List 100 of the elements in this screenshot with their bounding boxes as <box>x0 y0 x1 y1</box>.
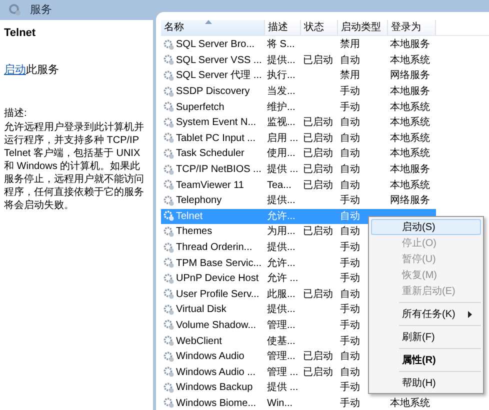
table-cell-text: SSDP Discovery <box>176 85 250 100</box>
table-cell-text: 本地系统 <box>390 54 430 68</box>
gears-icon <box>163 226 175 238</box>
table-row[interactable]: SSDP Discovery 当发... 手动 本地服务 <box>161 84 436 100</box>
table-cell-text: 禁用 <box>340 38 360 52</box>
table-cell-text: 手动 <box>340 380 360 396</box>
table-cell-text: Thread Orderin... <box>176 241 252 256</box>
table-row[interactable]: TeamViewer 11 Tea... 已启动 自动 本地系统 <box>161 177 436 193</box>
table-cell-text: 管理 ... <box>267 366 298 380</box>
table-row[interactable]: SQL Server 代理 ... 执行... 禁用 网络服务 <box>161 68 436 84</box>
column-header[interactable]: 名称 <box>161 20 265 35</box>
table-cell-text: 自动 <box>340 288 360 302</box>
table-cell-text: User Profile Serv... <box>176 288 260 302</box>
table-cell-text: 本地服务 <box>390 84 430 100</box>
table-cell-text: 提供... <box>267 303 296 318</box>
table-cell-text: Volume Shadow... <box>176 318 256 333</box>
table-cell-text: Windows Biome... <box>176 396 256 410</box>
table-cell-text: Telephony <box>176 194 222 208</box>
gears-icon <box>163 242 175 254</box>
gears-icon <box>163 54 175 66</box>
table-cell-text: TPM Base Servic... <box>176 256 262 271</box>
table-cell-text: 允许... <box>267 256 296 271</box>
table-cell-text: Windows Audio <box>176 350 244 364</box>
table-cell-text: 提供... <box>267 54 296 68</box>
gears-icon <box>163 101 175 114</box>
column-header[interactable]: 登录为 <box>388 20 436 35</box>
column-header[interactable]: 启动类型 <box>338 20 388 35</box>
table-cell-text: 启用 ... <box>267 132 298 146</box>
gears-icon <box>163 164 175 176</box>
menu-item[interactable]: 刷新(F) <box>371 329 481 345</box>
table-cell-text: 为用... <box>267 224 296 240</box>
table-cell-text: SQL Server 代理 ... <box>176 69 262 84</box>
table-cell-text: 自动 <box>340 366 360 380</box>
window-title: 服务 <box>30 2 52 18</box>
menu-item[interactable]: 所有任务(K) <box>371 306 481 322</box>
table-cell-text: SQL Server Bro... <box>176 38 255 52</box>
menu-item[interactable]: 属性(R) <box>371 352 481 368</box>
service-description: 允许远程用户登录到此计算机并运行程序，并支持多种 TCP/IP Telnet 客户端，包括基于 UNIX 和 Windows 的计算机。如果此服务停止，远程用户就不能访问程序，任何直接依赖于它的服务将会启动失败。 <box>4 121 145 212</box>
table-cell-text: SQL Server VSS ... <box>176 54 262 68</box>
table-cell-text: Tablet PC Input ... <box>176 132 256 146</box>
table-row[interactable]: System Event N... 监视... 已启动 自动 本地系统 <box>161 114 436 131</box>
service-name: Telnet <box>4 26 37 41</box>
description-label: 描述: <box>4 106 28 121</box>
menu-item[interactable]: 启动(S) <box>371 219 481 235</box>
table-cell-text: 管理... <box>267 350 296 364</box>
table-cell-text: 自动 <box>340 54 360 68</box>
gears-icon <box>163 350 175 363</box>
table-cell-text: Telnet <box>176 210 203 224</box>
table-cell-text: 当发... <box>267 84 296 100</box>
table-cell-text: Tea... <box>267 178 292 193</box>
table-row[interactable]: SQL Server VSS ... 提供... 已启动 自动 本地系统 <box>161 52 436 68</box>
start-link[interactable]: 启动 <box>4 62 26 78</box>
table-row[interactable]: Telephony 提供... 手动 网络服务 <box>161 192 436 209</box>
column-header[interactable]: 状态 <box>301 20 338 35</box>
table-cell-text: 自动 <box>340 210 360 224</box>
table-row[interactable]: Windows Biome... Win... 手动 本地系统 <box>161 396 436 410</box>
table-cell-text: System Event N... <box>176 116 256 130</box>
table-row[interactable]: SQL Server Bro... 将 S... 禁用 本地服务 <box>161 37 436 53</box>
table-cell-text: 自动 <box>340 132 360 146</box>
table-cell-text: 已启动 <box>303 178 333 193</box>
table-cell-text: 管理... <box>267 318 296 333</box>
table-cell-text: 自动 <box>340 225 360 240</box>
table-cell-text: 手动 <box>340 100 360 115</box>
table-row[interactable]: Tablet PC Input ... 启用 ... 已启动 自动 本地系统 <box>161 130 436 146</box>
table-cell-text: 手动 <box>340 272 360 286</box>
column-header[interactable]: 描述 <box>265 20 301 35</box>
table-cell-text: 手动 <box>340 396 360 410</box>
table-cell-text: Task Scheduler <box>176 147 244 162</box>
table-cell-text: 手动 <box>340 334 360 349</box>
gears-icon <box>163 210 175 222</box>
table-cell-text: 本地服务 <box>390 38 430 52</box>
table-cell-text: 执行... <box>267 68 296 84</box>
table-cell-text: 手动 <box>340 194 360 208</box>
table-cell-text: 已启动 <box>303 146 333 162</box>
menu-item: 重新启动(E) <box>401 284 456 298</box>
submenu-arrow-icon <box>468 311 472 318</box>
table-cell-text: 已启动 <box>303 132 333 146</box>
table-row[interactable]: TCP/IP NetBIOS ... 提供 ... 已启动 自动 本地服务 <box>161 162 436 178</box>
gears-icon <box>163 382 175 394</box>
table-cell-text: 禁用 <box>340 68 360 84</box>
table-cell-text: 允许 ... <box>267 272 298 286</box>
gears-icon <box>163 335 175 348</box>
gears-icon <box>163 397 175 410</box>
menu-item: 恢复(M) <box>400 268 438 282</box>
table-cell-text: Themes <box>176 225 212 240</box>
table-cell-text: 自动 <box>340 178 360 193</box>
table-cell-text: 将 S... <box>267 38 295 52</box>
menu-item[interactable]: 帮助(H) <box>371 375 481 391</box>
table-row[interactable]: Superfetch 维护... 手动 本地系统 <box>161 99 436 115</box>
table-cell-text: 网络服务 <box>390 69 430 84</box>
table-cell-text: 手动 <box>340 256 360 271</box>
gears-icon <box>163 86 175 98</box>
menu-item: 停止(O) <box>401 236 438 250</box>
table-cell-text: 自动 <box>340 147 360 162</box>
table-cell-text: 已启动 <box>303 116 333 130</box>
table-row[interactable]: Task Scheduler 使用... 已启动 自动 本地系统 <box>161 146 436 162</box>
table-cell-text: 本地系统 <box>390 146 430 162</box>
table-cell-text: 使用... <box>267 147 296 162</box>
table-cell-text: 本地系统 <box>390 100 430 115</box>
table-cell-text: 已启动 <box>303 162 333 178</box>
